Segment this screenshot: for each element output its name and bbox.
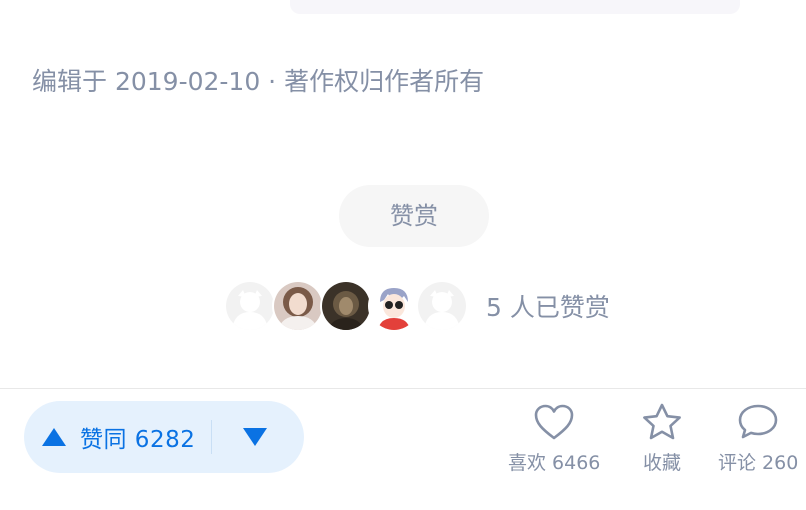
collect-button[interactable]: 收藏 <box>640 402 684 475</box>
triangle-up-icon <box>42 428 66 446</box>
comment-button[interactable]: 评论 260 <box>718 402 798 475</box>
vote-up-button[interactable]: 赞同 6282 <box>24 401 211 473</box>
default-avatar-icon <box>226 282 274 330</box>
like-button[interactable]: 喜欢 6466 <box>508 402 600 475</box>
comment-label: 评论 260 <box>718 452 799 474</box>
avatar[interactable] <box>320 280 372 332</box>
reward-button[interactable]: 赞赏 <box>339 185 489 247</box>
avatar[interactable] <box>224 280 276 332</box>
vote-down-button[interactable] <box>212 401 298 473</box>
divider <box>0 388 806 389</box>
portrait-photo-icon <box>274 282 322 330</box>
star-icon <box>643 403 681 440</box>
dark-photo-icon <box>322 282 370 330</box>
cartoon-avatar-icon <box>370 282 418 330</box>
vote-up-label: 赞同 6282 <box>80 427 196 453</box>
vote-group: 赞同 6282 <box>24 401 304 473</box>
collect-label: 收藏 <box>642 452 681 474</box>
triangle-down-icon <box>243 428 268 446</box>
avatar[interactable] <box>368 280 420 332</box>
avatar[interactable] <box>416 280 468 332</box>
content-block-edge <box>290 0 740 14</box>
avatar[interactable] <box>272 280 324 332</box>
answer-footer: 编辑于 2019-02-10 · 著作权归作者所有 赞赏 5 人已赞赏 赞同 6… <box>0 0 806 510</box>
reward-count-text: 5 人已赞赏 <box>486 293 610 322</box>
like-label: 喜欢 6466 <box>508 452 601 474</box>
default-avatar-icon <box>418 282 466 330</box>
edit-info-text: 编辑于 2019-02-10 · 著作权归作者所有 <box>32 67 485 96</box>
rewarders-list[interactable]: 5 人已赞赏 <box>224 280 610 332</box>
heart-icon <box>534 404 574 440</box>
speech-bubble-icon <box>738 404 778 439</box>
